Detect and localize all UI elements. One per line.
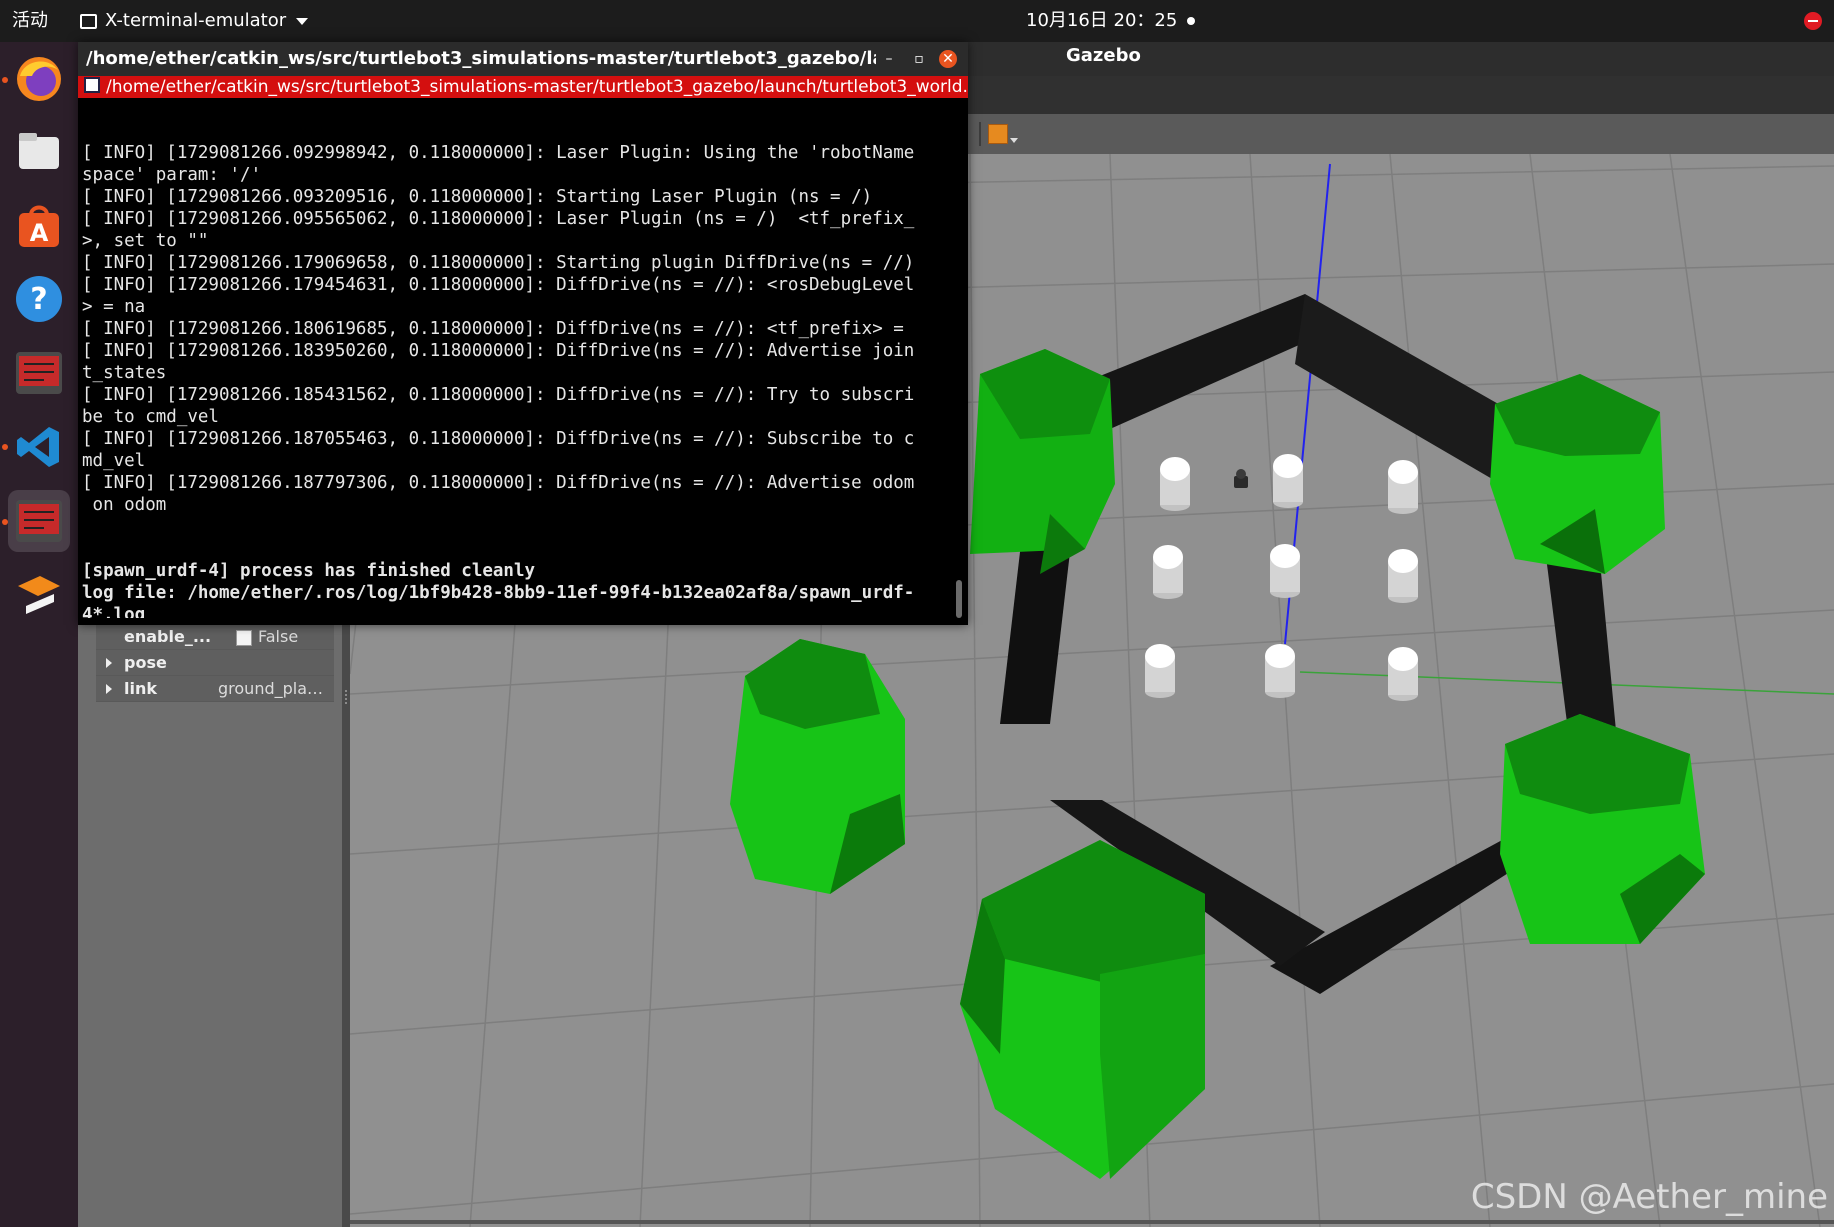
terminal-line: [ INFO] [1729081266.185431562, 0.1180000… <box>82 385 915 405</box>
chevron-down-icon <box>296 17 309 25</box>
property-row-pose[interactable]: pose <box>96 650 334 676</box>
green-prism-right-top <box>1490 374 1665 574</box>
minimize-icon[interactable]: – <box>880 50 898 68</box>
property-row-enable[interactable]: enable_... False <box>96 624 334 650</box>
top-bar: 活动 X-terminal-emulator 10月16日 20：25 <box>0 0 1834 42</box>
terminal-line: [ INFO] [1729081266.187055463, 0.1180000… <box>82 429 915 449</box>
cylinder-obstacle <box>1145 644 1175 698</box>
terminal-line: [ INFO] [1729081266.095565062, 0.1180000… <box>82 209 915 229</box>
svg-text:?: ? <box>30 282 47 317</box>
cylinder-obstacle <box>1265 644 1295 698</box>
svg-text:A: A <box>30 219 49 247</box>
firefox-icon <box>17 57 61 101</box>
property-name: enable_... <box>124 627 212 646</box>
terminal-line-bold: [spawn_urdf-4] process has finished clea… <box>82 561 536 581</box>
terminal-window[interactable]: /home/ether/catkin_ws/src/turtlebot3_sim… <box>78 42 968 625</box>
property-name: link <box>124 679 157 698</box>
dock-terminal-1[interactable] <box>8 342 70 404</box>
files-icon <box>19 133 59 169</box>
terminal-line-bold: 4*.log <box>82 605 146 618</box>
cylinder-obstacle <box>1388 647 1418 701</box>
app-menu-label: X-terminal-emulator <box>105 10 287 31</box>
terminal-lines: [ INFO] [1729081266.092998942, 0.1180000… <box>82 142 948 516</box>
terminal-line: t_states <box>82 363 167 383</box>
cylinder-obstacle <box>1270 544 1300 598</box>
terminal-tab-icon <box>84 77 100 93</box>
dock-software[interactable]: A <box>8 194 70 256</box>
property-name: pose <box>124 653 167 672</box>
terminal-icon <box>16 352 62 394</box>
software-center-icon: A <box>19 205 59 247</box>
property-checkbox[interactable] <box>236 630 252 646</box>
property-table: enable_... False pose link ground_plan..… <box>96 624 334 702</box>
dock: A ? <box>0 42 78 1227</box>
terminal-icon <box>16 500 62 542</box>
maximize-icon[interactable]: ▫ <box>910 50 928 68</box>
terminal-line: [ INFO] [1729081266.179454631, 0.1180000… <box>82 275 915 295</box>
terminal-line: > = na <box>82 297 146 317</box>
expand-arrow-icon[interactable] <box>106 658 112 668</box>
dock-sublime[interactable] <box>8 566 70 628</box>
cylinder-obstacle <box>1388 460 1418 514</box>
property-value: ground_plan... <box>218 679 332 698</box>
terminal-line: [ INFO] [1729081266.092998942, 0.1180000… <box>82 143 915 163</box>
gazebo-toolbar <box>966 114 1834 155</box>
dock-files[interactable] <box>8 120 70 182</box>
cylinder-obstacle <box>1273 454 1303 508</box>
vscode-icon <box>17 427 59 467</box>
cylinder-obstacle <box>1388 549 1418 603</box>
system-tray-stop-icon[interactable] <box>1804 12 1822 30</box>
notification-dot-icon <box>1187 17 1196 25</box>
terminal-tab[interactable]: /home/ether/catkin_ws/src/turtlebot3_sim… <box>78 76 968 98</box>
terminal-tab-title: /home/ether/catkin_ws/src/turtlebot3_sim… <box>106 77 968 97</box>
property-value: False <box>258 627 299 646</box>
window-icon <box>80 13 97 29</box>
terminal-line: [ INFO] [1729081266.179069658, 0.1180000… <box>82 253 915 273</box>
app-menu[interactable]: X-terminal-emulator <box>80 0 309 42</box>
terminal-scrollbar[interactable] <box>956 100 962 618</box>
clock[interactable]: 10月16日 20：25 <box>1026 0 1196 42</box>
green-prism-left-bottom <box>730 639 905 894</box>
dock-vscode[interactable] <box>8 416 70 478</box>
chevron-down-icon[interactable] <box>1010 138 1018 143</box>
terminal-line: be to cmd_vel <box>82 407 219 427</box>
terminal-title: /home/ether/catkin_ws/src/turtlebot3_sim… <box>86 48 876 69</box>
activities-button[interactable]: 活动 <box>12 0 48 42</box>
clock-label: 10月16日 20：25 <box>1026 10 1178 31</box>
dock-help[interactable]: ? <box>8 268 70 330</box>
dock-terminal-2[interactable] <box>8 490 70 552</box>
toolbar-separator <box>979 122 981 146</box>
gazebo-left-panel: enable_... False pose link ground_plan..… <box>78 620 342 1227</box>
terminal-line: [ INFO] [1729081266.180619685, 0.1180000… <box>82 319 904 339</box>
terminal-bold-lines: [spawn_urdf-4] process has finished clea… <box>82 560 948 618</box>
panel-splitter[interactable] <box>342 620 350 1227</box>
expand-arrow-icon[interactable] <box>106 684 112 694</box>
dock-firefox[interactable] <box>8 48 70 110</box>
help-icon: ? <box>16 276 62 322</box>
watermark: CSDN @Aether_mine <box>1470 1177 1828 1217</box>
property-row-link[interactable]: link ground_plan... <box>96 676 334 702</box>
terminal-output[interactable]: [ INFO] [1729081266.092998942, 0.1180000… <box>82 98 948 618</box>
terminal-line: [ INFO] [1729081266.187797306, 0.1180000… <box>82 473 915 493</box>
box-shape-icon[interactable] <box>988 124 1008 144</box>
terminal-line: on odom <box>82 495 167 515</box>
close-icon[interactable]: ✕ <box>939 50 957 68</box>
terminal-line: space' param: '/' <box>82 165 262 185</box>
terminal-titlebar[interactable]: /home/ether/catkin_ws/src/turtlebot3_sim… <box>78 42 968 76</box>
cylinder-obstacle <box>1160 457 1190 511</box>
terminal-line-bold: log file: /home/ether/.ros/log/1bf9b428-… <box>82 583 915 603</box>
terminal-line: [ INFO] [1729081266.093209516, 0.1180000… <box>82 187 873 207</box>
terminal-line: [ INFO] [1729081266.183950260, 0.1180000… <box>82 341 915 361</box>
sublime-icon <box>18 576 60 614</box>
gazebo-title: Gazebo <box>1066 45 1141 66</box>
cylinder-obstacle <box>1153 545 1183 599</box>
terminal-line: >, set to "" <box>82 231 209 251</box>
gazebo-menubar <box>966 76 1834 114</box>
terminal-line: md_vel <box>82 451 146 471</box>
